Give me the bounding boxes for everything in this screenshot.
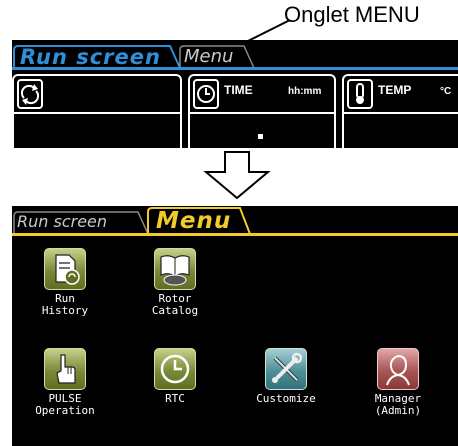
menu-item-label: PULSE Operation	[35, 392, 95, 417]
menu-item-label: Customize	[256, 392, 316, 405]
card-divider	[344, 112, 458, 114]
rotation-card[interactable]	[12, 74, 182, 148]
menu-item-label: Rotor Catalog	[151, 292, 199, 317]
time-label: TIME	[224, 83, 253, 97]
manager-icon	[377, 348, 419, 390]
temp-label: TEMP	[378, 83, 412, 97]
card-divider	[190, 112, 334, 114]
tab-run-screen[interactable]: Run screen	[17, 212, 107, 232]
menu-item-pulse-operation[interactable]: PULSE Operation	[26, 348, 104, 417]
tab-bar: Run screen Menu	[12, 40, 458, 69]
time-card[interactable]: TIME hh:mm	[188, 74, 336, 148]
menu-item-label: Manager (Admin)	[374, 392, 422, 417]
card-divider	[14, 112, 180, 114]
time-unit: hh:mm	[288, 86, 322, 97]
menu-item-run-history[interactable]: Run History	[30, 248, 100, 317]
tab-run-screen[interactable]: Run screen	[12, 46, 169, 68]
clock-icon	[193, 79, 219, 109]
run-history-icon	[44, 248, 86, 290]
temp-card[interactable]: TEMP °C	[342, 74, 458, 148]
run-screen-panel: Run screen Menu TIME hh:mm TEMP °C	[12, 40, 458, 148]
rotor-catalog-icon	[154, 248, 196, 290]
tab-underline	[12, 233, 458, 236]
pulse-operation-icon	[44, 348, 86, 390]
down-arrow-icon	[203, 151, 271, 200]
temp-unit: °C	[440, 86, 452, 97]
menu-item-customize[interactable]: Customize	[248, 348, 324, 405]
tab-menu[interactable]: Menu	[184, 47, 233, 67]
menu-item-label: Run History	[41, 292, 89, 317]
tab-menu[interactable]: Menu	[156, 208, 231, 234]
tab-underline	[12, 67, 458, 70]
menu-item-rotor-catalog[interactable]: Rotor Catalog	[140, 248, 210, 317]
menu-item-rtc[interactable]: RTC	[140, 348, 210, 405]
menu-item-label: RTC	[165, 392, 185, 405]
menu-screen-panel: Run screen Menu Run History Rotor Catalo…	[12, 206, 458, 446]
value-dot	[258, 134, 263, 139]
menu-item-manager-admin[interactable]: Manager (Admin)	[360, 348, 436, 417]
thermometer-icon	[347, 79, 373, 109]
clock-icon	[154, 348, 196, 390]
rotate-icon	[17, 79, 43, 109]
tools-icon	[265, 348, 307, 390]
